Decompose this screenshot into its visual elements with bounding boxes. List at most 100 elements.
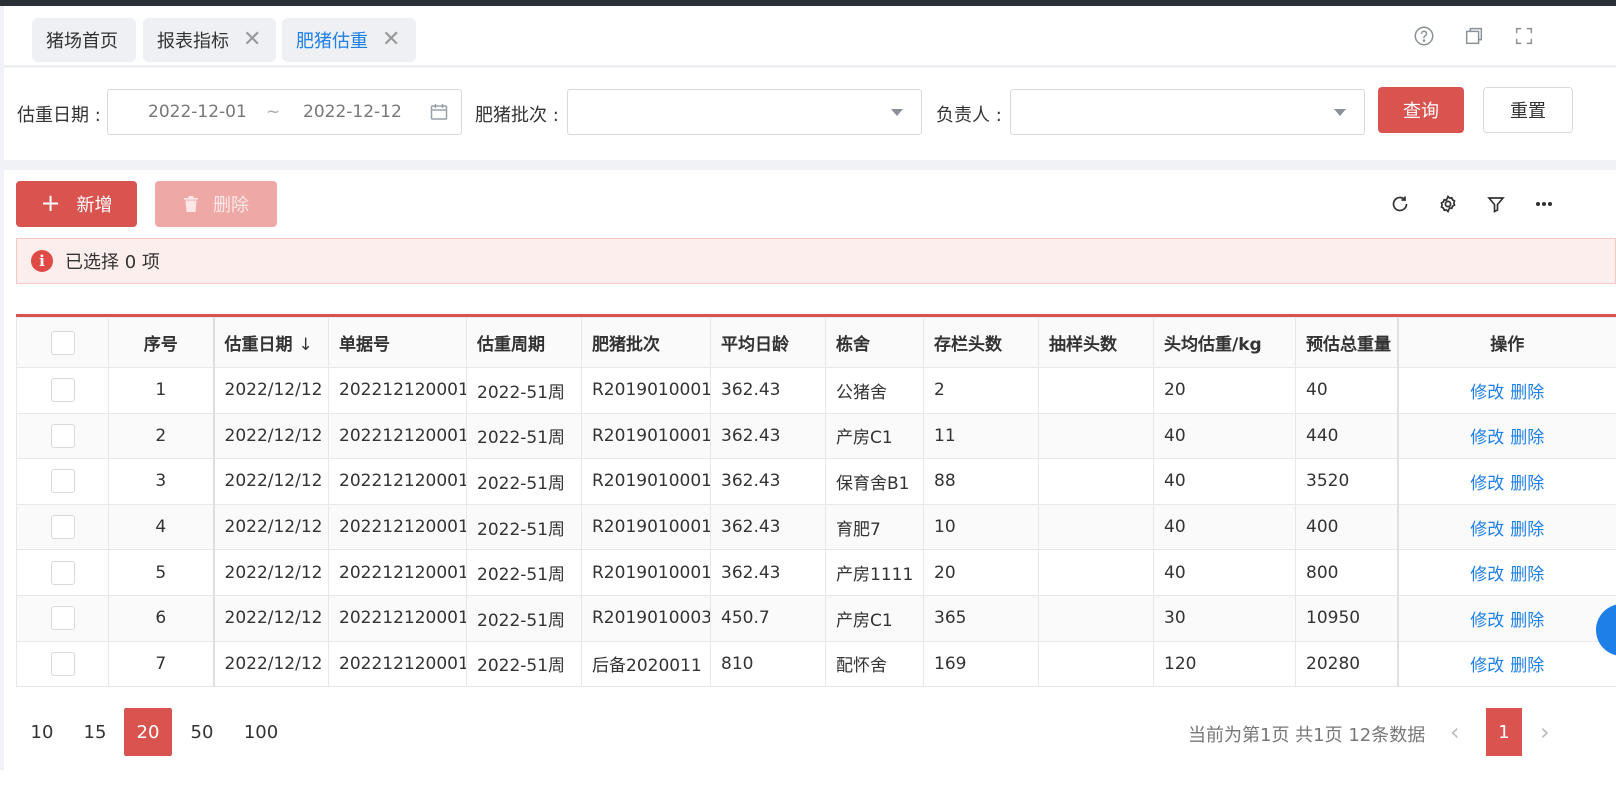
page-size-10[interactable]: 10 — [18, 708, 66, 756]
row-actions: 修改 删除 — [1396, 367, 1616, 414]
date-end-value[interactable]: 2022-12-12 — [303, 102, 402, 122]
table-row[interactable]: 3 2022/12/12 202212120001 2022-51周 R20190100… — [16, 458, 1616, 505]
row-checkbox[interactable] — [50, 560, 75, 585]
edit-link[interactable]: 修改 — [1470, 656, 1504, 676]
delete-button[interactable]: 删除 — [155, 181, 277, 227]
restore-window-icon[interactable] — [1462, 24, 1486, 48]
tab-report-index[interactable]: 报表指标 ✕ — [143, 18, 276, 62]
delete-link[interactable]: 删除 — [1510, 565, 1544, 585]
row-total-weight: 440 — [1295, 412, 1398, 460]
prev-page-icon[interactable]: ‹ — [1450, 718, 1460, 746]
date-range-picker[interactable]: 2022-12-01 ~ 2022-12-12 — [107, 89, 462, 135]
delete-link[interactable]: 删除 — [1510, 383, 1544, 403]
table-row[interactable]: 2 2022/12/12 202212120001 2022-51周 R20190100… — [16, 412, 1616, 460]
row-date: 2022/12/12 — [213, 640, 329, 688]
col-header-avg-weight: 头均估重/kg — [1153, 317, 1296, 368]
row-seq: 5 — [108, 549, 215, 596]
row-checkbox[interactable] — [50, 378, 75, 403]
table-row[interactable]: 1 2022/12/12 202212120001 2022-51周 R20190100… — [16, 367, 1616, 414]
row-seq: 2 — [108, 412, 215, 460]
row-checkbox[interactable] — [50, 606, 75, 631]
calendar-icon[interactable] — [429, 102, 449, 127]
row-avg-age: 362.43 — [710, 549, 826, 596]
table-row[interactable]: 7 2022/12/12 202212120001 2022-51周 后备2020011… — [16, 640, 1616, 688]
col-header-house: 栋舍 — [825, 317, 924, 368]
edit-link[interactable]: 修改 — [1470, 474, 1504, 494]
more-icon[interactable] — [1532, 192, 1556, 216]
row-seq: 7 — [108, 640, 215, 688]
col-header-avg-age: 平均日龄 — [710, 317, 826, 368]
row-seq: 1 — [108, 367, 215, 414]
close-icon[interactable]: ✕ — [382, 29, 400, 51]
row-period: 2022-51周 — [466, 503, 582, 551]
tab-home[interactable]: 猪场首页 — [32, 18, 136, 62]
edit-link[interactable]: 修改 — [1470, 611, 1504, 631]
edit-link[interactable]: 修改 — [1470, 520, 1504, 540]
tab-hog-weight-estimation[interactable]: 肥猪估重 ✕ — [282, 18, 416, 62]
row-house: 产房1111 — [825, 549, 924, 596]
row-date: 2022/12/12 — [213, 412, 329, 460]
page-size-100[interactable]: 100 — [236, 708, 286, 756]
row-checkbox[interactable] — [50, 469, 75, 494]
row-period: 2022-51周 — [466, 458, 582, 505]
table-row[interactable]: 4 2022/12/12 202212120001 2022-51周 R20190100… — [16, 503, 1616, 551]
refresh-icon[interactable] — [1388, 192, 1412, 216]
row-total-weight: 800 — [1295, 549, 1398, 596]
row-date: 2022/12/12 — [213, 594, 329, 642]
row-doc-no: 202212120001 — [328, 412, 467, 460]
row-house: 产房C1 — [825, 594, 924, 642]
row-checkbox[interactable] — [50, 651, 75, 676]
row-avg-age: 450.7 — [710, 594, 826, 642]
row-period: 2022-51周 — [466, 549, 582, 596]
table-header-row: 序号 估重日期 ↓ 单据号 估重周期 肥猪批次 平均日龄 栋舍 存栏头数 抽样头数… — [16, 317, 1616, 368]
page-number-current[interactable]: 1 — [1486, 708, 1522, 756]
row-house: 配怀舍 — [825, 640, 924, 688]
row-doc-no: 202212120001 — [328, 640, 467, 688]
delete-link[interactable]: 删除 — [1510, 474, 1544, 494]
row-batch: R2019010001 — [581, 503, 711, 551]
table-row[interactable]: 6 2022/12/12 202212120001 2022-51周 R20190100… — [16, 594, 1616, 642]
row-doc-no: 202212120001 — [328, 549, 467, 596]
sort-desc-icon[interactable]: ↓ — [299, 335, 313, 355]
owner-select[interactable] — [1010, 89, 1365, 135]
reset-button[interactable]: 重置 — [1483, 87, 1573, 133]
delete-link[interactable]: 删除 — [1510, 428, 1544, 448]
batch-select[interactable] — [567, 89, 922, 135]
help-icon[interactable] — [1412, 24, 1436, 48]
fullscreen-icon[interactable] — [1512, 24, 1536, 48]
row-total-weight: 10950 — [1295, 594, 1398, 642]
delete-link[interactable]: 删除 — [1510, 611, 1544, 631]
query-button[interactable]: 查询 — [1378, 87, 1464, 133]
next-page-icon[interactable]: › — [1540, 718, 1550, 746]
row-select-cell — [16, 594, 109, 642]
row-period: 2022-51周 — [466, 640, 582, 688]
close-icon[interactable]: ✕ — [243, 29, 261, 51]
table-row[interactable]: 5 2022/12/12 202212120001 2022-51周 R20190100… — [16, 549, 1616, 596]
settings-icon[interactable] — [1436, 192, 1460, 216]
row-date: 2022/12/12 — [213, 549, 329, 596]
select-all-checkbox[interactable] — [50, 330, 75, 355]
row-checkbox[interactable] — [50, 515, 75, 540]
plus-icon: + — [40, 188, 61, 217]
row-actions: 修改 删除 — [1396, 412, 1616, 460]
page-size-50[interactable]: 50 — [178, 708, 226, 756]
row-avg-age: 362.43 — [710, 367, 826, 414]
page-size-20[interactable]: 20 — [124, 708, 172, 756]
delete-button-label: 删除 — [213, 195, 249, 216]
edit-link[interactable]: 修改 — [1470, 565, 1504, 585]
row-checkbox[interactable] — [50, 423, 75, 448]
add-button[interactable]: + 新增 — [16, 181, 137, 227]
edit-link[interactable]: 修改 — [1470, 428, 1504, 448]
row-sample — [1038, 549, 1154, 596]
date-start-value[interactable]: 2022-12-01 — [148, 102, 247, 122]
col-header-date[interactable]: 估重日期 ↓ — [213, 317, 329, 368]
delete-link[interactable]: 删除 — [1510, 520, 1544, 540]
filter-icon[interactable] — [1484, 192, 1508, 216]
row-avg-age: 362.43 — [710, 412, 826, 460]
page-size-15[interactable]: 15 — [71, 708, 119, 756]
owner-filter-label: 负责人 : — [936, 105, 1002, 126]
row-house: 公猪舍 — [825, 367, 924, 414]
edit-link[interactable]: 修改 — [1470, 383, 1504, 403]
delete-link[interactable]: 删除 — [1510, 656, 1544, 676]
row-avg-age: 362.43 — [710, 503, 826, 551]
